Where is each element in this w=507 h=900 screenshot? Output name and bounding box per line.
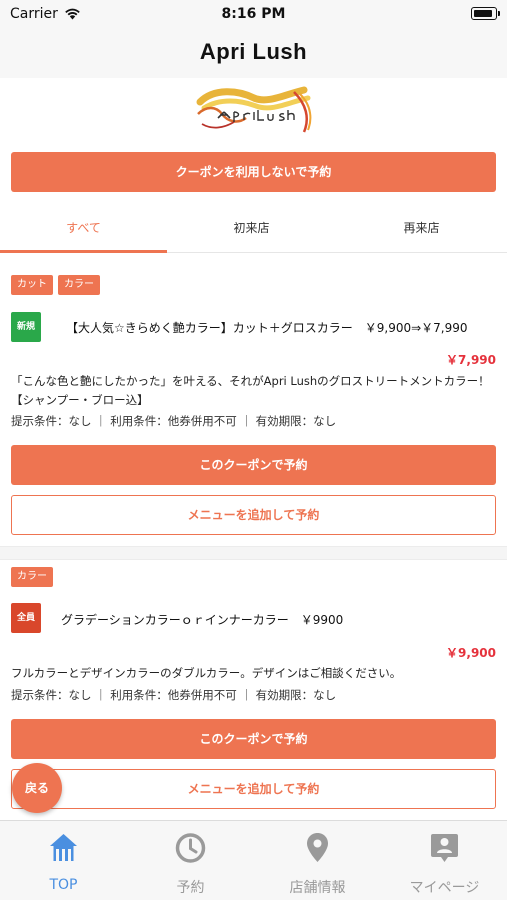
battery-icon bbox=[471, 7, 500, 20]
coupon-price: ￥7,990 bbox=[446, 353, 496, 367]
new-customer-badge: 新規 bbox=[11, 312, 41, 342]
coupon-title: 【大人気☆きらめく艶カラー】カット＋グロスカラー ￥9,900⇒￥7,990 bbox=[66, 321, 468, 335]
status-bar: Carrier 8:16 PM bbox=[0, 0, 507, 28]
tabbar-label: マイページ bbox=[409, 880, 480, 896]
tabbar-item-my-page[interactable]: マイページ bbox=[381, 821, 507, 900]
tabbar-label: 予約 bbox=[176, 880, 205, 896]
tabbar-label: TOP bbox=[49, 877, 78, 893]
reserve-with-coupon-button[interactable]: このクーポンで予約 bbox=[11, 719, 496, 759]
coupon-tag-cut: カット bbox=[11, 275, 53, 295]
navigation-bar: Apri Lush bbox=[0, 28, 507, 78]
active-tab-indicator bbox=[0, 250, 167, 253]
salon-logo bbox=[196, 86, 312, 133]
all-customers-badge: 全員 bbox=[11, 603, 41, 633]
section-divider bbox=[0, 546, 507, 560]
tabbar-item-top[interactable]: TOP bbox=[0, 821, 127, 900]
reserve-with-coupon-button[interactable]: このクーポンで予約 bbox=[11, 445, 496, 485]
clock-icon bbox=[175, 833, 206, 863]
coupon-conditions: 提示条件：なし ｜ 利用条件：他券併用不可 ｜ 有効期限：なし bbox=[11, 688, 337, 702]
profile-icon bbox=[431, 834, 458, 862]
tab-all[interactable]: すべて bbox=[0, 205, 167, 253]
coupon-conditions: 提示条件：なし ｜ 利用条件：他券併用不可 ｜ 有効期限：なし bbox=[11, 414, 337, 428]
page-title: Apri Lush bbox=[199, 39, 308, 64]
tab-first-visit[interactable]: 初来店 bbox=[167, 205, 336, 253]
coupon-description: 「こんな色と艶にしたかった」を叶える、それがApri Lushのグロストリートメ… bbox=[11, 374, 490, 407]
coupon-title: グラデーションカラーｏｒインナーカラー ￥9900 bbox=[61, 613, 344, 627]
customer-type-tabs: すべて 初来店 再来店 bbox=[0, 205, 507, 253]
clock-time: 8:16 PM bbox=[221, 6, 286, 22]
tabbar-item-store-info[interactable]: 店舗情報 bbox=[254, 821, 381, 900]
bottom-tab-bar: TOP 予約 店舗情報 マイページ bbox=[0, 820, 507, 900]
coupon-tag-color: カラー bbox=[58, 275, 100, 295]
home-icon bbox=[50, 834, 77, 861]
coupon-description: フルカラーとデザインカラーのダブルカラー。デザインはご相談ください。 bbox=[11, 666, 402, 680]
coupon-tag-color: カラー bbox=[11, 567, 53, 587]
add-menu-reserve-button[interactable]: メニューを追加して予約 bbox=[11, 495, 496, 535]
location-pin-icon bbox=[307, 833, 328, 862]
tabbar-label: 店舗情報 bbox=[289, 880, 346, 896]
add-menu-reserve-button[interactable]: メニューを追加して予約 bbox=[11, 769, 496, 809]
back-button[interactable]: 戻る bbox=[12, 763, 62, 813]
tab-repeat-visit[interactable]: 再来店 bbox=[336, 205, 507, 253]
coupon-price: ￥9,900 bbox=[446, 646, 496, 660]
tabbar-item-reservation[interactable]: 予約 bbox=[127, 821, 254, 900]
reserve-without-coupon-button[interactable]: クーポンを利用しないで予約 bbox=[11, 152, 496, 192]
